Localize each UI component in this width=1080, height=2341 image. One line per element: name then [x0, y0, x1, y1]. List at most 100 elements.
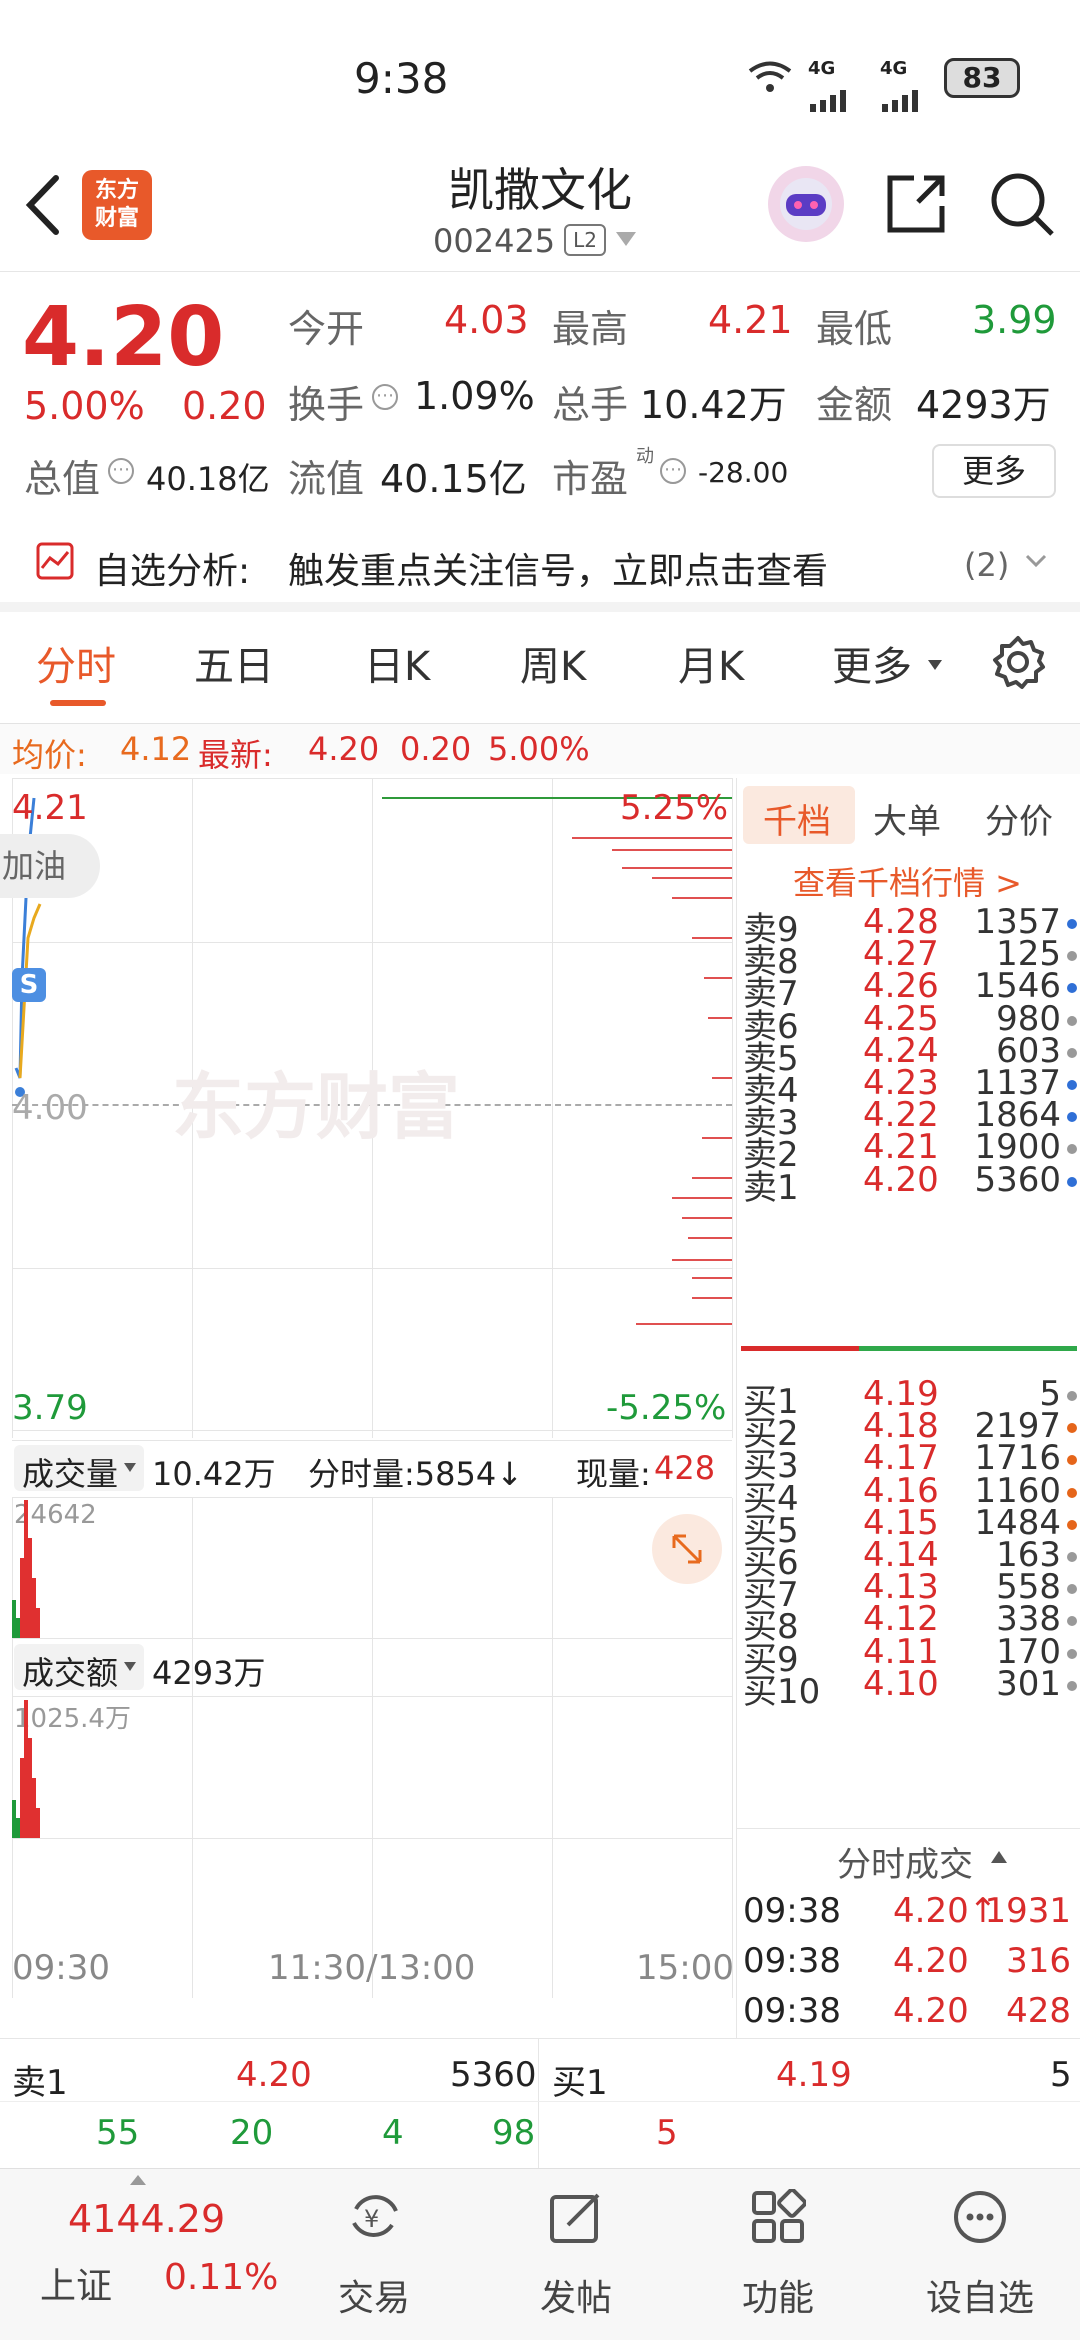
caret-up-icon: [130, 2175, 146, 2185]
grid-apps-icon: [750, 2188, 807, 2245]
minute-volume: 分时量:5854↓: [308, 1455, 524, 1493]
turnover-value: 1.09%: [414, 374, 535, 418]
brand-logo: 东方 财富: [82, 170, 152, 240]
bid-flag-dot: [1067, 1423, 1077, 1434]
ask-level: 卖1: [743, 1167, 799, 1208]
bid-level: 买10: [743, 1671, 821, 1712]
more-circle-icon: [952, 2189, 1008, 2245]
change-percent: 5.00%: [24, 384, 145, 428]
amount-value: 4293万: [916, 383, 1051, 427]
volume-value: 10.42万: [640, 383, 787, 427]
strip-queue-4: 98: [492, 2113, 536, 2153]
tab-level-book[interactable]: 千档: [763, 794, 831, 843]
tab-big-orders[interactable]: 大单: [873, 794, 941, 843]
more-button[interactable]: 更多: [932, 444, 1056, 498]
clock: 9:38: [354, 54, 449, 103]
signal-banner[interactable]: 自选分析: 触发重点关注信号，立即点击查看 (2): [0, 522, 1080, 612]
nav-post[interactable]: 发帖: [476, 2169, 676, 2341]
pe-superscript: 动: [636, 446, 654, 467]
nav-trade-label: 交易: [337, 2278, 410, 2319]
tab-weekly-k[interactable]: 周K: [520, 634, 586, 692]
current-volume-label: 现量:: [576, 1455, 651, 1493]
trade-row: 09:38 4.20 428: [743, 1987, 1077, 2037]
tab-more[interactable]: 更多: [832, 634, 912, 692]
level2-badge: L2: [564, 224, 606, 256]
ask-bid-divider-green: [859, 1346, 1077, 1351]
trade-volume: 316: [1006, 1941, 1071, 1981]
float-tip[interactable]: 加油: [0, 834, 100, 898]
avg-label: 均价:: [12, 736, 87, 774]
last-price: 4.20: [22, 290, 225, 385]
index-name[interactable]: 上证: [40, 2257, 112, 2309]
ask-row[interactable]: 卖1 4.20 5360: [743, 1156, 1077, 1208]
tab-five-day[interactable]: 五日: [194, 634, 274, 692]
strip-queue-1: 55: [96, 2113, 140, 2153]
stock-name: 凯撒文化: [448, 163, 632, 217]
grid-line: [372, 1498, 373, 1998]
float-cap-value: 40.15亿: [380, 457, 527, 501]
bid-row[interactable]: 买10 4.10 301: [743, 1660, 1077, 1712]
volume-header: 成交量 10.42万 分时量:5854↓ 现量: 428: [12, 1440, 732, 1498]
nav-functions[interactable]: 功能: [678, 2169, 878, 2341]
trade-volume: 1931: [984, 1891, 1071, 1931]
tab-daily-k[interactable]: 日K: [364, 634, 430, 692]
market-cap-value: 40.18亿: [146, 460, 270, 498]
info-icon[interactable]: ⋯: [108, 458, 134, 484]
index-value[interactable]: 4144.29: [68, 2197, 225, 2241]
trade-row: 09:38 4.20 316: [743, 1937, 1077, 1987]
strip-ask-price: 4.20: [236, 2055, 312, 2095]
tab-intraday[interactable]: 分时: [36, 634, 116, 692]
signal-icon-1: [808, 76, 858, 112]
y-max-label: 4.21: [12, 788, 88, 828]
high-value: 4.21: [708, 298, 793, 342]
tab-monthly-k[interactable]: 月K: [678, 634, 744, 692]
signal-badge[interactable]: S: [12, 968, 46, 1002]
index-percent: 0.11%: [164, 2257, 279, 2298]
search-icon[interactable]: [988, 170, 1056, 238]
expand-icon[interactable]: [652, 1514, 722, 1584]
tab-price-distribution[interactable]: 分价: [985, 794, 1053, 843]
caret-down-icon: [124, 1662, 136, 1671]
trade-time: 09:38: [743, 1991, 841, 2031]
caret-down-icon: [928, 660, 942, 670]
grid-line: [12, 1638, 732, 1639]
dropdown-icon[interactable]: [616, 232, 636, 246]
volume-label: 成交量: [22, 1455, 119, 1493]
avg-value: 4.12: [120, 730, 192, 768]
bottom-quote-strip: 卖1 4.20 5360 买1 4.19 5 55 20 4 98 5: [0, 2038, 1080, 2169]
last-label: 最新:: [198, 736, 273, 774]
back-icon[interactable]: [18, 170, 68, 240]
nav-add-watchlist[interactable]: 设自选: [880, 2169, 1080, 2341]
status-bar: 9:38 4G 4G 83: [0, 0, 1080, 150]
pe-label: 市盈: [552, 457, 629, 501]
pct-top-label: 5.25%: [620, 788, 729, 828]
nav-trade[interactable]: ¥ 交易: [274, 2169, 474, 2341]
robot-assistant-icon[interactable]: [768, 166, 844, 242]
caret-down-icon: [124, 1463, 136, 1472]
gear-icon[interactable]: [990, 634, 1046, 690]
info-icon[interactable]: ⋯: [660, 458, 686, 484]
strip-row-divider: [0, 2101, 1080, 2102]
amount-total: 4293万: [152, 1654, 266, 1692]
info-icon[interactable]: ⋯: [372, 384, 398, 410]
chevron-down-icon: [1024, 548, 1048, 572]
amount-header: 成交额 4293万: [12, 1640, 732, 1696]
amount-label: 成交额: [22, 1654, 119, 1692]
ask-flag-dot: [1067, 983, 1077, 994]
pe-value: -28.00: [698, 456, 789, 489]
info-percent: 5.00%: [488, 730, 590, 768]
nav-functions-label: 功能: [741, 2278, 814, 2319]
battery-indicator: 83: [944, 58, 1020, 98]
strip-queue-5: 5: [656, 2113, 678, 2153]
intraday-chart[interactable]: 东方财富 4.21 4.00 3.79 5.25% -5.25% 加油 S 成交…: [0, 778, 734, 2038]
svg-text:¥: ¥: [364, 2205, 379, 2233]
trade-icon: ¥: [346, 2189, 402, 2245]
trade-row: 09:38 4.20↑ 1931: [743, 1887, 1077, 1937]
grid-line: [732, 778, 733, 1438]
low-label: 最低: [816, 307, 893, 351]
strip-divider: [538, 2039, 539, 2169]
y-mid-label: 4.00: [12, 1088, 88, 1128]
grid-line: [12, 1838, 732, 1839]
share-icon[interactable]: [884, 172, 948, 236]
bottom-nav: 4144.29 上证 0.11% ¥ 交易 发帖 功能 设自选: [0, 2168, 1080, 2340]
